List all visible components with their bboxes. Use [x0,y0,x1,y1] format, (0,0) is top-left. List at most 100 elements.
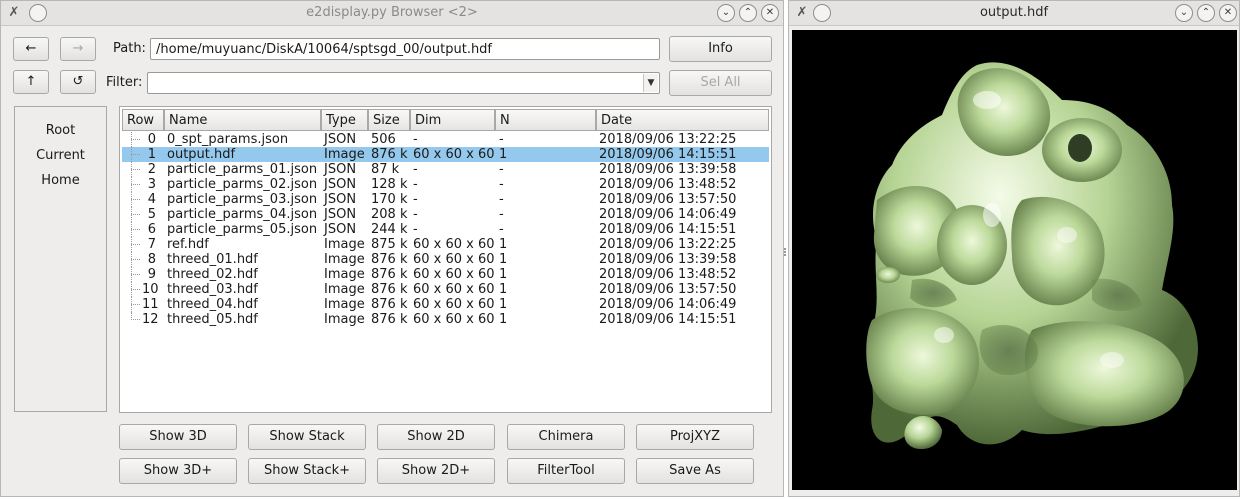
show-3d-plus-button[interactable]: Show 3D+ [119,458,237,484]
minimize-icon[interactable]: ⌄ [717,4,735,22]
tree-branch-icon [131,319,140,320]
table-row[interactable]: 4 particle_parms_03.json JSON 170 k - -2018/0… [122,192,769,207]
cell-type: JSON [324,177,357,192]
column-header-size[interactable]: Size [368,109,410,131]
table-row[interactable]: 6 particle_parms_05.json JSON 244 k - -2018/0… [122,222,769,237]
table-row[interactable]: 0 0_spt_params.json JSON 506 - - 2018/09/06 13… [122,132,769,147]
column-header-row[interactable]: Row [122,109,164,131]
back-button[interactable]: ← [13,37,49,61]
column-header-n[interactable]: N [495,109,596,131]
cell-date: 2018/09/06 13:22:25 [599,237,737,252]
filter-combobox[interactable]: ▼ [147,72,660,94]
cell-n: - [499,162,504,177]
cell-date: 2018/09/06 14:15:51 [599,147,737,162]
cell-row: 0 [147,132,156,147]
cell-row: 1 [147,147,156,162]
show-2d-plus-button[interactable]: Show 2D+ [377,458,495,484]
minimize-icon[interactable]: ⌄ [1175,4,1193,22]
cell-size: 876 k [371,297,408,312]
cell-row: 9 [147,267,156,282]
save-as-button[interactable]: Save As [636,458,754,484]
cell-row: 4 [147,192,156,207]
table-row[interactable]: 3 particle_parms_02.json JSON 128 k - -2018/0… [122,177,769,192]
cell-size: 87 k [371,162,400,177]
maximize-icon[interactable]: ⌃ [739,4,757,22]
projxyz-button[interactable]: ProjXYZ [636,424,754,450]
cell-name: threed_05.hdf [167,312,258,327]
table-row[interactable]: 9 threed_02.hdf Image 876 k 60 x 60 x 60 1 201… [122,267,769,282]
column-header-name[interactable]: Name [164,109,321,131]
filter-label: Filter: [106,75,143,90]
cell-date: 2018/09/06 13:39:58 [599,162,737,177]
column-header-type[interactable]: Type [321,109,368,131]
viewer-window: ✗ output.hdf ⌄ ⌃ ✕ [788,0,1240,497]
filtertool-button[interactable]: FilterTool [507,458,625,484]
cell-dim: 60 x 60 x 60 [413,252,495,267]
cell-name: ref.hdf [167,237,209,252]
table-row[interactable]: 11 threed_04.hdf Image 876 k 60 x 60 x 60 1 20… [122,297,769,312]
cell-row: 8 [147,252,156,267]
3d-viewport[interactable] [792,30,1237,490]
cell-name: threed_04.hdf [167,297,258,312]
table-row[interactable]: 2 particle_parms_01.json JSON 87 k - -2018/09… [122,162,769,177]
info-button[interactable]: Info [669,36,772,62]
nav-item-current[interactable]: Current [15,148,106,163]
cell-name: particle_parms_03.json [167,192,318,207]
cell-row: 10 [142,282,159,297]
show-stack-plus-button[interactable]: Show Stack+ [248,458,366,484]
up-button[interactable]: ↑ [13,70,49,94]
cell-date: 2018/09/06 13:48:52 [599,267,737,282]
cell-type: Image [324,252,365,267]
show-stack-button[interactable]: Show Stack [248,424,366,450]
tree-branch-icon [131,244,140,245]
back-arrow-icon: ← [25,41,37,56]
cell-type: Image [324,312,365,327]
column-header-dim[interactable]: Dim [410,109,495,131]
tree-branch-icon [131,229,140,230]
cell-n: 1 [499,237,508,252]
path-input[interactable]: /home/muyuanc/DiskA/10064/sptsgd_00/outp… [150,38,660,60]
column-header-date[interactable]: Date [596,109,769,131]
cell-date: 2018/09/06 13:57:50 [599,192,737,207]
tree-branch-icon [131,304,140,305]
cell-size: 170 k [371,192,408,207]
cell-row: 6 [147,222,156,237]
resize-grip-icon[interactable] [783,246,787,256]
isosurface-render [866,62,1198,450]
cell-size: 506 [371,132,396,147]
show-3d-button[interactable]: Show 3D [119,424,237,450]
table-row[interactable]: 1 output.hdf Image 876 k 60 x 60 x 60 1 2018/0… [122,147,769,162]
table-row[interactable]: 7 ref.hdf Image 875 k 60 x 60 x 60 1 2018/09/0… [122,237,769,252]
cell-type: JSON [324,162,357,177]
sel-all-button[interactable]: Sel All [669,70,772,96]
maximize-icon[interactable]: ⌃ [1197,4,1215,22]
show-2d-button[interactable]: Show 2D [377,424,495,450]
table-row[interactable]: 12 threed_05.hdf Image 876 k 60 x 60 x 60 1 20… [122,312,769,327]
cell-dim: 60 x 60 x 60 [413,312,495,327]
browser-title: e2display.py Browser <2> [306,5,478,20]
cell-n: 1 [499,267,508,282]
refresh-button[interactable]: ↺ [60,70,96,94]
cell-size: 876 k [371,147,408,162]
table-row[interactable]: 8 threed_01.hdf Image 876 k 60 x 60 x 60 1 201… [122,252,769,267]
table-row[interactable]: 10 threed_03.hdf Image 876 k 60 x 60 x 60 1 20… [122,282,769,297]
nav-item-home[interactable]: Home [15,173,106,188]
forward-button[interactable]: → [60,37,96,61]
close-icon[interactable]: ✕ [1219,4,1237,22]
cell-size: 875 k [371,237,408,252]
browser-titlebar[interactable]: ✗ e2display.py Browser <2> ⌄ ⌃ ✕ [1,1,783,26]
cell-n: - [499,207,504,222]
close-icon[interactable]: ✕ [761,4,779,22]
cell-dim: - [413,207,418,222]
cell-size: 876 k [371,312,408,327]
cell-dim: - [413,177,418,192]
cell-name: particle_parms_05.json [167,222,318,237]
viewer-titlebar[interactable]: ✗ output.hdf ⌄ ⌃ ✕ [789,1,1239,26]
dropdown-arrow-icon[interactable]: ▼ [643,74,658,92]
cell-date: 2018/09/06 14:06:49 [599,207,737,222]
chimera-button[interactable]: Chimera [507,424,625,450]
path-value: /home/muyuanc/DiskA/10064/sptsgd_00/outp… [156,42,493,57]
nav-item-root[interactable]: Root [15,123,106,138]
cell-dim: - [413,222,418,237]
table-row[interactable]: 5 particle_parms_04.json JSON 208 k - -2018/0… [122,207,769,222]
